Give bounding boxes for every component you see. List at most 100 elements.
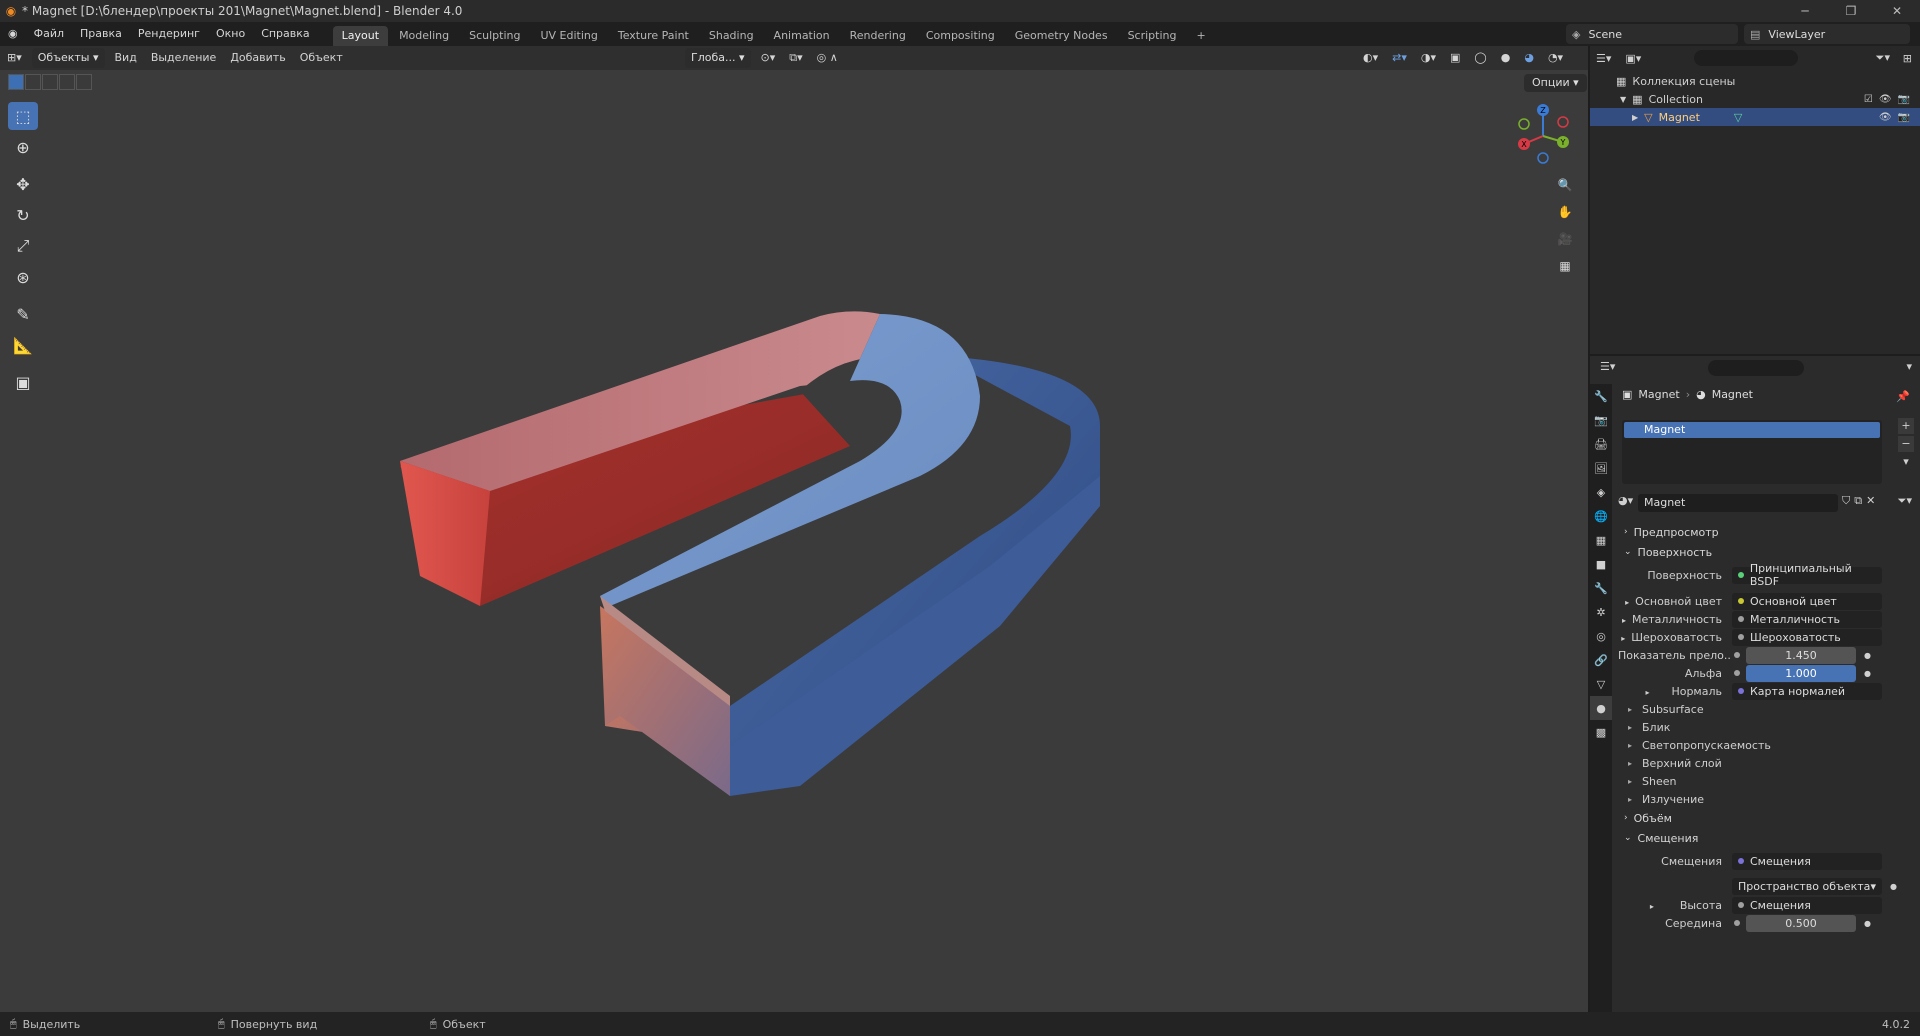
properties-search-input[interactable] <box>1708 360 1804 376</box>
workspace-tab[interactable]: Scripting <box>1119 26 1186 46</box>
workspace-tab[interactable]: UV Editing <box>531 26 606 46</box>
outliner-magnet-row[interactable]: ▶ ▽ Magnet ▽ 👁 📷 <box>1590 108 1920 126</box>
keyframe-dot-icon[interactable]: ● <box>1864 651 1871 660</box>
constraints-tab-icon[interactable]: 🔗 <box>1590 648 1612 672</box>
subpanel-header[interactable]: ▸ Верхний слой <box>1628 754 1722 772</box>
metallic-field[interactable]: Металличность <box>1732 610 1882 628</box>
menu-edit[interactable]: Правка <box>72 22 130 46</box>
transform-tool-icon[interactable]: ⊛ <box>8 263 38 291</box>
new-collection-icon[interactable]: ⊞ <box>1903 52 1912 65</box>
workspace-tab[interactable]: Shading <box>700 26 763 46</box>
eye-icon[interactable]: 👁 <box>1879 112 1892 123</box>
pivot-icon[interactable]: ⊙▾ <box>754 48 783 68</box>
zoom-icon[interactable]: 🔍 <box>1554 174 1576 196</box>
xray-icon[interactable]: ▣ <box>1443 48 1467 68</box>
camera-view-icon[interactable]: 🎥 <box>1554 228 1576 250</box>
subpanel-header[interactable]: ▸ Блик <box>1628 718 1670 736</box>
unlink-material-icon[interactable]: ✕ <box>1866 494 1875 508</box>
midlevel-field[interactable]: 0.500 <box>1746 914 1856 932</box>
scale-tool-icon[interactable]: ⤢ <box>8 232 38 260</box>
expand-arrow-icon[interactable]: ▶ <box>1632 113 1638 122</box>
subpanel-header[interactable]: ▸ Subsurface <box>1628 700 1704 718</box>
editor-type-icon[interactable]: ⊞▾ <box>0 48 29 68</box>
pin-icon[interactable]: 📌 <box>1896 390 1910 403</box>
outliner-display-mode-icon[interactable]: ▣▾ <box>1625 52 1641 65</box>
solid-shading-icon[interactable]: ● <box>1494 48 1518 68</box>
workspace-tab[interactable]: Geometry Nodes <box>1006 26 1117 46</box>
volume-panel-header[interactable]: › Объём <box>1618 808 1918 828</box>
menu-help[interactable]: Справка <box>253 22 317 46</box>
preview-panel-header[interactable]: › Предпросмотр <box>1618 522 1918 542</box>
workspace-tab[interactable]: Layout <box>332 26 389 46</box>
mesh-data-tab-icon[interactable]: ▽ <box>1590 672 1612 696</box>
camera-icon[interactable]: 📷 <box>1898 112 1910 123</box>
workspace-tab[interactable]: Sculpting <box>460 26 529 46</box>
measure-tool-icon[interactable]: 📐 <box>8 331 38 359</box>
select-difference-icon[interactable] <box>59 74 75 90</box>
material-name-field[interactable]: Magnet <box>1638 494 1838 512</box>
mesh-data-icon[interactable]: ▽ <box>1734 111 1742 124</box>
outliner-search-input[interactable] <box>1694 50 1798 66</box>
select-subtract-icon[interactable] <box>42 74 58 90</box>
cursor-tool-icon[interactable]: ⊕ <box>8 133 38 161</box>
select-intersect-icon[interactable] <box>76 74 92 90</box>
mode-dropdown[interactable]: Объекты ▾ <box>31 48 105 68</box>
pan-hand-icon[interactable]: ✋ <box>1554 201 1576 223</box>
particles-tab-icon[interactable]: ✲ <box>1590 600 1612 624</box>
menu-object[interactable]: Объект <box>293 48 350 68</box>
fake-user-icon[interactable]: ⛉ <box>1842 494 1850 508</box>
material-tab-icon[interactable]: ● <box>1590 696 1612 720</box>
normal-field[interactable]: Карта нормалей <box>1732 682 1882 700</box>
navigation-gizmo[interactable]: Z Y X <box>1510 102 1576 168</box>
eye-icon[interactable]: 👁 <box>1879 94 1892 105</box>
rotate-tool-icon[interactable]: ↻ <box>8 201 38 229</box>
select-extend-icon[interactable] <box>25 74 41 90</box>
remove-slot-button[interactable]: − <box>1898 436 1914 452</box>
keyframe-dot-icon[interactable]: ● <box>1890 882 1897 891</box>
subpanel-header[interactable]: ▸ Излучение <box>1628 790 1704 808</box>
blender-menu-icon[interactable]: ◉ <box>0 22 26 46</box>
properties-editor-icon[interactable]: ☰▾ <box>1600 360 1615 373</box>
subpanel-header[interactable]: ▸ Sheen <box>1628 772 1676 790</box>
workspace-tab[interactable]: + <box>1187 26 1214 46</box>
add-slot-button[interactable]: + <box>1898 418 1914 434</box>
close-button[interactable]: ✕ <box>1874 0 1920 22</box>
rendered-shading-icon[interactable]: ◔▾ <box>1541 48 1570 68</box>
displacement-panel-header[interactable]: ⌄ Смещения <box>1618 828 1918 848</box>
workspace-tab[interactable]: Modeling <box>390 26 458 46</box>
menu-add[interactable]: Добавить <box>223 48 292 68</box>
ortho-grid-icon[interactable]: ▦ <box>1554 255 1576 277</box>
workspace-tab[interactable]: Compositing <box>917 26 1004 46</box>
scene-selector[interactable]: ◈ Scene <box>1566 24 1738 44</box>
checkbox-icon[interactable]: ☑ <box>1864 94 1873 105</box>
world-tab-icon[interactable]: 🌐 <box>1590 504 1612 528</box>
workspace-tab[interactable]: Texture Paint <box>609 26 698 46</box>
minimize-button[interactable]: ─ <box>1782 0 1828 22</box>
material-shading-icon[interactable]: ◕ <box>1517 48 1541 68</box>
modifier-tab-icon[interactable]: 🔧 <box>1590 576 1612 600</box>
surface-panel-header[interactable]: ⌄ Поверхность <box>1618 542 1918 562</box>
menu-file[interactable]: Файл <box>26 22 72 46</box>
surface-shader-field[interactable]: Принципиальный BSDF <box>1732 562 1882 588</box>
properties-options-icon[interactable]: ▾ <box>1906 360 1912 373</box>
texture-tab-icon[interactable]: ▩ <box>1590 720 1612 744</box>
keyframe-dot-icon[interactable]: ● <box>1864 919 1871 928</box>
wireframe-shading-icon[interactable]: ◯ <box>1467 48 1493 68</box>
render-tab-icon[interactable]: 📷 <box>1590 408 1612 432</box>
menu-select[interactable]: Выделение <box>144 48 224 68</box>
options-dropdown[interactable]: Опции ▾ <box>1524 74 1587 92</box>
annotate-tool-icon[interactable]: ✎ <box>8 300 38 328</box>
magnet-3d-object[interactable] <box>380 306 1200 966</box>
workspace-tab[interactable]: Rendering <box>841 26 915 46</box>
collection-tab-icon[interactable]: ▦ <box>1590 528 1612 552</box>
scene-tab-icon[interactable]: ◈ <box>1590 480 1612 504</box>
tool-tab-icon[interactable]: 🔧 <box>1590 384 1612 408</box>
expand-arrow-icon[interactable]: ▼ <box>1620 95 1626 104</box>
orientation-dropdown[interactable]: Глоба... ▾ <box>685 48 751 68</box>
maximize-button[interactable]: ❐ <box>1828 0 1874 22</box>
view-layer-selector[interactable]: ▤ ViewLayer <box>1744 24 1910 44</box>
base-color-field[interactable]: Основной цвет <box>1732 592 1882 610</box>
roughness-field[interactable]: Шероховатость <box>1732 628 1882 646</box>
view-layer-tab-icon[interactable]: 🖼 <box>1590 456 1612 480</box>
node-tree-icon[interactable]: ⏷▾ <box>1898 494 1912 508</box>
